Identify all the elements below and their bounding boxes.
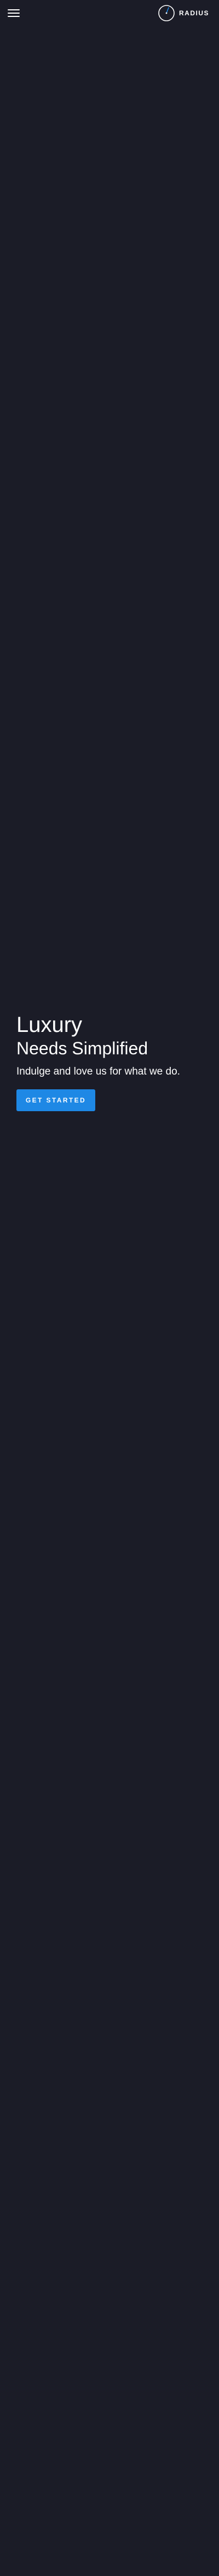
hero-section: Luxury Needs Simplified Indulge and love… [16, 1012, 203, 1111]
hero-tagline: Indulge and love us for what we do. [16, 1066, 180, 1077]
hamburger-menu-icon [8, 9, 20, 10]
hamburger-menu-icon-bar [8, 16, 20, 17]
hero-title: Luxury [16, 1013, 83, 1037]
hero-subtitle: Needs Simplified [16, 1038, 148, 1058]
radius-logo-icon [158, 5, 175, 21]
menu-button[interactable] [7, 7, 21, 19]
hamburger-menu-icon-bar [8, 13, 20, 14]
site-header: RADIUS [0, 0, 219, 26]
site-logo[interactable]: RADIUS [158, 3, 209, 23]
logo-text: RADIUS [179, 9, 210, 17]
get-started-button[interactable]: GET STARTED [16, 1089, 95, 1111]
